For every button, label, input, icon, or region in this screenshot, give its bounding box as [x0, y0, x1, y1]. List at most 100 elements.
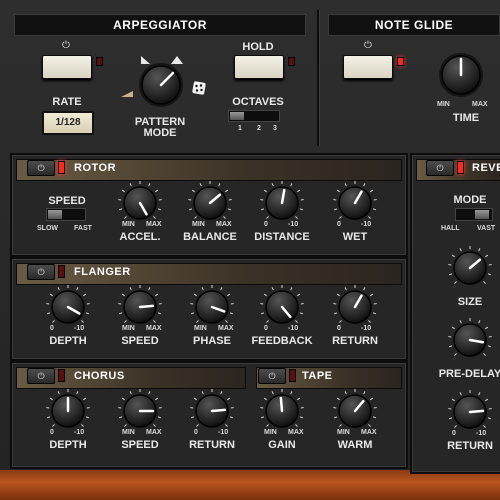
flanger-knob-3-min: 0: [264, 325, 268, 332]
section-divider: [317, 10, 319, 146]
rate-display[interactable]: 1/128: [42, 111, 94, 135]
flanger-knob-4[interactable]: [332, 284, 378, 330]
flanger-knob-1-max: MAX: [146, 325, 162, 332]
rotor-knob-0-label: ACCEL.: [119, 231, 161, 243]
octave-tick-3: 3: [273, 125, 277, 132]
reverb-title: REVE: [472, 162, 500, 174]
tape-power-button[interactable]: ⏻: [258, 368, 286, 384]
flanger-knob-0-max: -10: [74, 325, 85, 332]
flanger-knob-3-label: FEEDBACK: [251, 335, 313, 347]
wood-trim: [0, 470, 500, 500]
rotor-power-button[interactable]: ⏻: [27, 160, 55, 176]
tape-title: TAPE: [302, 370, 333, 382]
arp-power-button[interactable]: [42, 55, 92, 79]
flanger-knob-0-min: 0: [50, 325, 54, 332]
arpeggiator-title: ARPEGGIATOR: [14, 14, 306, 36]
flanger-knob-4-label: RETURN: [332, 335, 378, 347]
note-glide-title: NOTE GLIDE: [328, 14, 500, 36]
chorus-power-button[interactable]: ⏻: [27, 368, 55, 384]
tape-knob-0[interactable]: [259, 388, 305, 434]
chorus-knob-0-label: DEPTH: [49, 439, 87, 451]
chorus-title: CHORUS: [74, 370, 125, 382]
rotor-knob-2[interactable]: [259, 180, 305, 226]
glide-time-knob[interactable]: [436, 50, 486, 100]
chorus-knob-1-min: MIN: [122, 429, 135, 436]
rotor-knob-3-min: 0: [337, 221, 341, 228]
rotor-led: [58, 161, 65, 174]
glide-min: MIN: [437, 101, 450, 108]
flanger-knob-3-max: -10: [288, 325, 299, 332]
hold-label: HOLD: [242, 41, 274, 53]
rotor-fast: FAST: [74, 225, 92, 232]
power-icon: ⏻: [37, 267, 45, 277]
chorus-knob-2[interactable]: [189, 388, 235, 434]
rotor-knob-3-label: WET: [342, 231, 368, 243]
pattern-updown-icon: [171, 51, 183, 64]
reverb-power-button[interactable]: ⏻: [426, 160, 454, 176]
pattern-up-down-icon: [121, 84, 133, 97]
rotor-knob-2-max: -10: [288, 221, 299, 228]
rotor-knob-0[interactable]: [117, 180, 163, 226]
flanger-knob-1-label: SPEED: [121, 335, 159, 347]
reverb-knob-1[interactable]: [447, 317, 493, 363]
octave-tick-1: 1: [238, 125, 242, 132]
pattern-label-2: MODE: [143, 127, 177, 139]
flanger-power-button[interactable]: ⏻: [27, 264, 55, 280]
chorus-knob-2-label: RETURN: [189, 439, 235, 451]
pattern-mode-knob[interactable]: [136, 60, 186, 110]
flanger-knob-2-min: MIN: [194, 325, 207, 332]
tape-knob-0-min: MIN: [264, 429, 277, 436]
octave-tick-2: 2: [257, 125, 261, 132]
octaves-label: OCTAVES: [232, 96, 284, 108]
tape-knob-0-max: MAX: [288, 429, 304, 436]
rotor-knob-3-max: -10: [361, 221, 372, 228]
reverb-knob-2-label: RETURN: [447, 440, 493, 452]
flanger-knob-1-min: MIN: [122, 325, 135, 332]
chorus-knob-1-label: SPEED: [121, 439, 159, 451]
flanger-knob-2-max: MAX: [218, 325, 234, 332]
rotor-knob-1[interactable]: [187, 180, 233, 226]
flanger-knob-3[interactable]: [259, 284, 305, 330]
chorus-knob-0-min: 0: [50, 429, 54, 436]
arp-power-icon: ⏻: [62, 40, 70, 51]
tape-knob-1-label: WARM: [337, 439, 373, 451]
tape-knob-1-min: MIN: [337, 429, 350, 436]
flanger-knob-2-label: PHASE: [193, 335, 231, 347]
power-icon: ⏻: [37, 371, 45, 381]
flanger-led: [58, 265, 65, 278]
power-icon: ⏻: [37, 163, 45, 173]
rotor-knob-3[interactable]: [332, 180, 378, 226]
rate-label: RATE: [52, 96, 82, 108]
tape-knob-1[interactable]: [332, 388, 378, 434]
flanger-knob-1[interactable]: [117, 284, 163, 330]
rotor-slow: SLOW: [37, 225, 58, 232]
rotor-knob-2-label: DISTANCE: [254, 231, 310, 243]
reverb-knob-1-label: PRE-DELAY: [438, 368, 500, 380]
flanger-knob-0[interactable]: [45, 284, 91, 330]
power-icon: ⏻: [268, 371, 276, 381]
chorus-knob-0-max: -10: [74, 429, 85, 436]
flanger-knob-2[interactable]: [189, 284, 235, 330]
rotor-knob-1-max: MAX: [216, 221, 232, 228]
reverb-knob-2[interactable]: [447, 389, 493, 435]
glide-power-button[interactable]: [343, 55, 393, 79]
chorus-knob-1[interactable]: [117, 388, 163, 434]
chorus-knob-0[interactable]: [45, 388, 91, 434]
reverb-knob-0[interactable]: [447, 245, 493, 291]
flanger-knob-4-max: -10: [361, 325, 372, 332]
octaves-slider[interactable]: [228, 110, 280, 122]
chorus-knob-2-min: 0: [194, 429, 198, 436]
rotor-knob-2-min: 0: [264, 221, 268, 228]
glide-time-label: TIME: [452, 112, 480, 124]
flanger-title: FLANGER: [74, 266, 131, 278]
glide-power-icon: ⏻: [364, 40, 372, 51]
reverb-mode-switch[interactable]: [455, 208, 493, 221]
glide-max: MAX: [472, 101, 488, 108]
rotor-speed-switch[interactable]: [46, 208, 86, 221]
arp-power-led: [96, 57, 103, 66]
rotor-knob-1-min: MIN: [192, 221, 205, 228]
reverb-mode-label: MODE: [453, 194, 487, 206]
reverb-vast: VAST: [477, 225, 496, 232]
rotor-knob-1-label: BALANCE: [183, 231, 237, 243]
hold-button[interactable]: [234, 55, 284, 79]
